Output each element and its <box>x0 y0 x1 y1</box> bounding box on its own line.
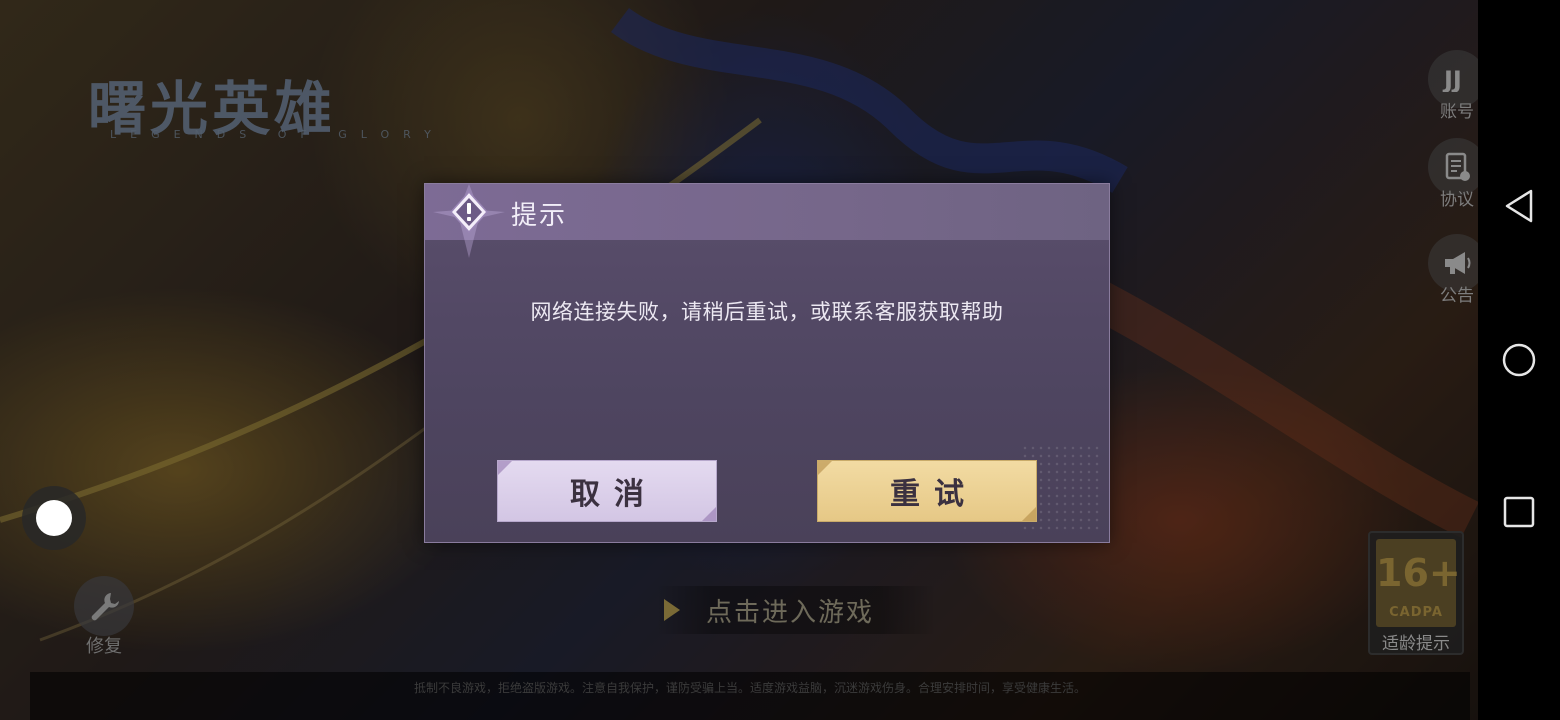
retry-button-label: 重试 <box>890 477 978 512</box>
network-error-dialog: 提示 网络连接失败，请稍后重试，或联系客服获取帮助 取消 重试 <box>424 183 1110 543</box>
wrench-icon <box>74 576 134 636</box>
footer-text: 抵制不良游戏，拒绝盗版游戏。注意自我保护，谨防受骗上当。适度游戏益脑，沉迷游戏伤… <box>413 681 1086 695</box>
age-rating-number: 16+ <box>1376 551 1461 595</box>
enter-game-button[interactable]: 点击进入游戏 <box>656 586 936 634</box>
back-icon <box>1505 189 1533 223</box>
system-nav-bar <box>1478 0 1560 720</box>
button-corner-decoration <box>818 461 832 475</box>
cancel-button[interactable]: 取消 <box>497 460 717 522</box>
home-icon <box>1502 343 1536 377</box>
repair-button[interactable]: 修复 <box>72 576 136 657</box>
repair-label: 修复 <box>86 636 122 657</box>
age-rating-label: 适龄提示 <box>1382 634 1450 654</box>
floating-assist-button[interactable] <box>22 486 86 550</box>
warning-icon <box>429 182 509 262</box>
button-corner-decoration <box>498 461 512 475</box>
recents-button[interactable] <box>1499 492 1539 532</box>
screen: 曙光英雄 LEGENDS OF GLORY JJ 账号 协议 公告 修复 点击进… <box>0 0 1560 720</box>
cancel-button-label: 取消 <box>570 477 658 512</box>
play-arrow-icon <box>664 599 680 621</box>
dialog-title: 提示 <box>511 201 568 231</box>
age-rating-panel: 16+ CADPA <box>1376 539 1461 627</box>
svg-text:JJ: JJ <box>1442 66 1462 92</box>
game-logo: 曙光英雄 LEGENDS OF GLORY <box>88 62 431 146</box>
age-rating-org: CADPA <box>1389 605 1443 620</box>
logo-subtitle: LEGENDS OF GLORY <box>110 128 445 141</box>
dialog-message: 网络连接失败，请稍后重试，或联系客服获取帮助 <box>530 300 1004 324</box>
button-corner-decoration <box>702 507 716 521</box>
floating-ball-dot <box>36 500 72 536</box>
health-gaming-notice: 抵制不良游戏，拒绝盗版游戏。注意自我保护，谨防受骗上当。适度游戏益脑，沉迷游戏伤… <box>30 672 1470 720</box>
enter-game-label: 点击进入游戏 <box>706 597 875 628</box>
age-rating-badge[interactable]: 16+ CADPA 适龄提示 <box>1368 531 1464 655</box>
recents-icon <box>1503 496 1535 528</box>
button-corner-decoration <box>1022 507 1036 521</box>
retry-button[interactable]: 重试 <box>817 460 1037 522</box>
back-button[interactable] <box>1499 186 1539 226</box>
home-button[interactable] <box>1499 340 1539 380</box>
